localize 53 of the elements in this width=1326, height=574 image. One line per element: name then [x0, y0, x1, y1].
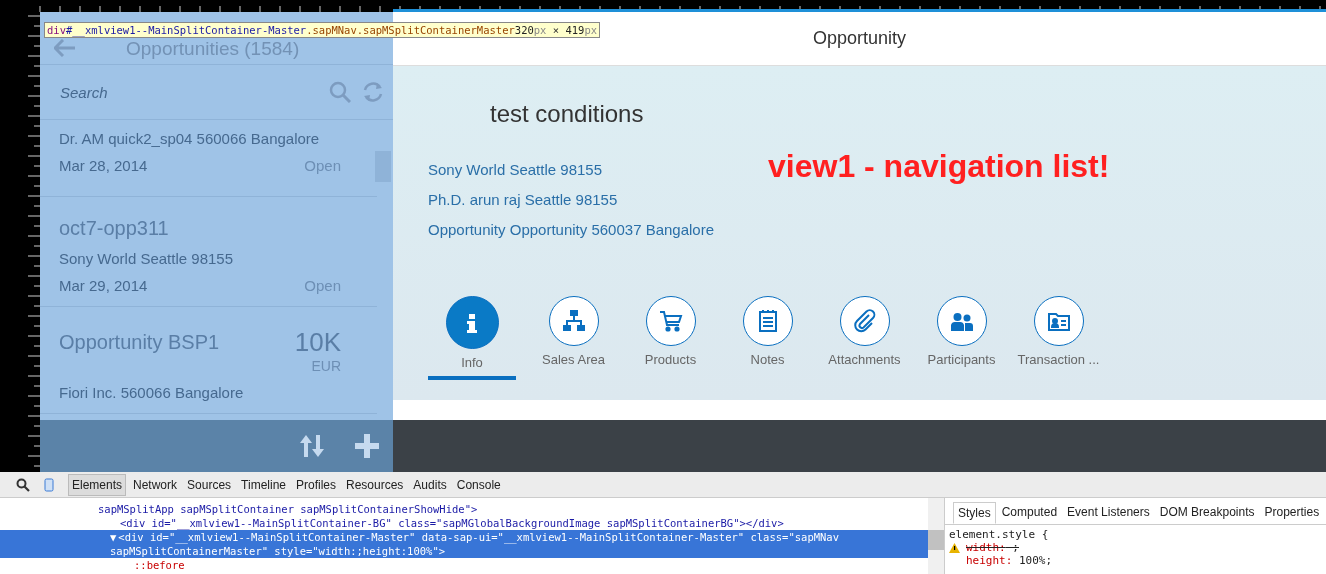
css-selector: element.style { [948, 527, 1050, 541]
devtools-tab[interactable]: Elements [68, 473, 127, 496]
item-date: Mar 29, 2014 [59, 277, 148, 294]
overlay-message: view1 - navigation list! [768, 148, 1110, 186]
item-amount: 10K [294, 327, 341, 358]
icon-tab[interactable]: Info [428, 296, 516, 380]
icon-tab[interactable]: Attachments [816, 296, 913, 380]
code-line[interactable]: sapMSplitApp sapMSplitContainer sapMSplitContainerShowHide"> [0, 502, 928, 516]
search-field[interactable]: Search [60, 83, 319, 101]
devtools-tab[interactable]: Profiles [293, 474, 339, 495]
attribute-link[interactable]: Opportunity Opportunity 560037 Bangalore [428, 221, 768, 238]
attribute-link[interactable]: Sony World Seattle 98155 [428, 161, 768, 178]
item-subtitle: Sony World Seattle 98155 [59, 250, 234, 267]
hierarchy-icon [561, 309, 586, 333]
styles-tab[interactable]: Computed [997, 502, 1062, 524]
styles-tab[interactable]: DOM Breakpoints [1155, 502, 1259, 524]
icon-tab[interactable]: Transaction ... [1010, 296, 1107, 380]
item-subtitle: Dr. AM quick2_sp04 560066 Bangalore [59, 130, 321, 147]
inspector-tooltip: div#__xmlview1--MainSplitContainer-Master.sapMNav.sapMSplitContainerMaster320px × 419px [44, 22, 601, 38]
page-title: Opportunity [812, 28, 907, 49]
icon-tab[interactable]: Participants [913, 296, 1010, 380]
styles-tab[interactable]: Properties [1260, 502, 1324, 524]
devtools-tab[interactable]: Resources [343, 474, 407, 495]
item-title: oct7-opp311 [59, 217, 169, 240]
icon-tab[interactable]: Sales Area [525, 296, 622, 380]
search-icon[interactable] [16, 477, 30, 492]
styles-tab[interactable]: Event Listeners [1063, 502, 1154, 524]
device-icon[interactable] [44, 477, 54, 492]
devtools-tab[interactable]: Console [453, 474, 504, 495]
sort-icon[interactable] [299, 434, 325, 458]
item-subtitle: Fiori Inc. 560066 Bangalore [59, 384, 245, 401]
cart-icon [658, 309, 683, 333]
devtools-tab[interactable]: Sources [184, 474, 235, 495]
styles-tab[interactable]: Styles [953, 502, 996, 524]
item-date: Mar 28, 2014 [59, 157, 148, 174]
scrollbar[interactable] [928, 498, 944, 574]
css-declaration[interactable]: width: ; [966, 541, 1019, 554]
devtools-tab[interactable]: Network [130, 474, 181, 495]
devtools-tab[interactable]: Audits [410, 474, 450, 495]
object-title: test conditions [490, 100, 645, 128]
warning-icon [949, 542, 960, 553]
item-title: Opportunity BSP1 [59, 331, 220, 354]
devtools-tab[interactable]: Timeline [238, 474, 289, 495]
attribute-link[interactable]: Ph.D. arun raj Seattle 98155 [428, 191, 768, 208]
css-declaration[interactable]: height: 100%; [966, 554, 1053, 567]
refresh-icon[interactable] [361, 80, 385, 104]
code-line[interactable]: <div id="__xmlview1--MainSplitContainer-BG" class="sapMGlobalBackgroundImage sapMSplitContainerBG"></div> [0, 516, 928, 530]
paperclip-icon [852, 309, 877, 333]
add-icon[interactable] [355, 434, 379, 458]
icon-tab[interactable]: Products [622, 296, 719, 380]
code-line[interactable]: ::before [0, 558, 928, 572]
back-icon[interactable] [54, 39, 76, 57]
icon-tab[interactable]: Notes [719, 296, 816, 380]
